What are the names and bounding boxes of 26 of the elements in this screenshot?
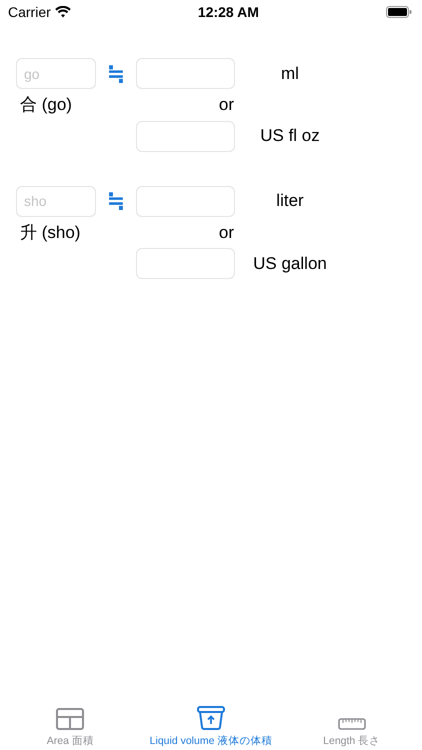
- unit-label: ml: [280, 62, 300, 85]
- ruler-icon: [338, 718, 366, 730]
- input-field[interactable]: [136, 186, 235, 216]
- tab-item[interactable]: Liquid volume 液体の体積: [140, 700, 282, 750]
- approx-sign: ≒: [106, 62, 126, 84]
- unit-label: US fl oz: [259, 125, 321, 148]
- input-field[interactable]: [136, 120, 235, 152]
- unit-label: liter: [275, 190, 305, 212]
- container-icon: [197, 706, 225, 730]
- wifi-icon: [54, 6, 71, 18]
- tab-item[interactable]: Area 面積: [0, 700, 141, 750]
- carrier-label: Carrier: [8, 2, 51, 22]
- or-label: or: [218, 94, 234, 116]
- input-field[interactable]: [136, 58, 235, 89]
- approx-sign: ≒: [106, 190, 126, 212]
- unit-name: 合 (go): [19, 94, 73, 116]
- clock: 12:28 AM: [198, 2, 259, 22]
- window-layout-icon: [56, 708, 84, 730]
- battery-icon: [386, 6, 412, 18]
- or-label: or: [218, 222, 234, 244]
- tab-item[interactable]: Length 長さ: [281, 700, 422, 750]
- unit-name: 升 (sho): [19, 222, 82, 244]
- input-field[interactable]: [136, 248, 235, 279]
- input-field[interactable]: sho: [16, 186, 96, 216]
- unit-label: US gallon: [252, 252, 328, 275]
- input-field[interactable]: go: [16, 58, 96, 89]
